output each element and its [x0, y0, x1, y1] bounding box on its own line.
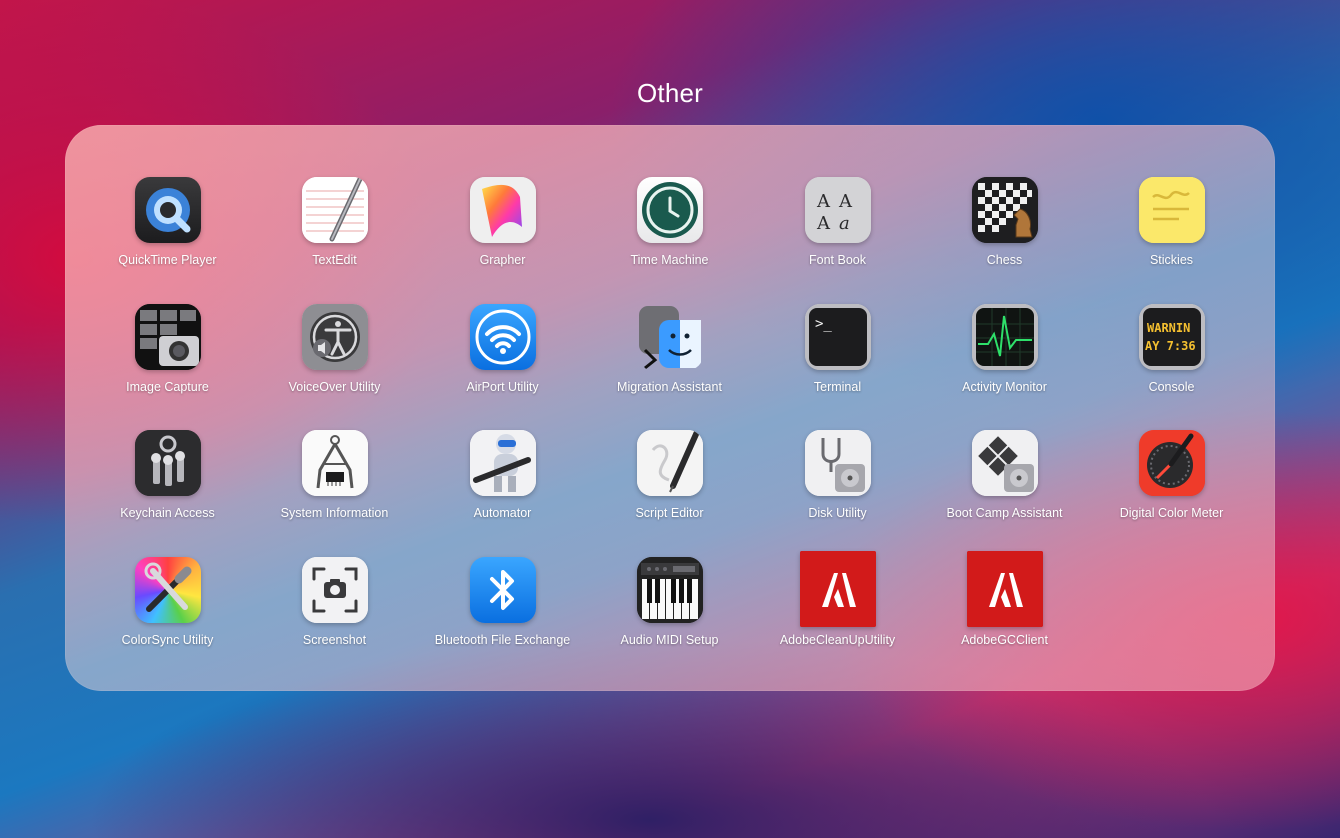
boot-camp-icon	[971, 430, 1038, 496]
app-adobe-gc-client[interactable]: AdobeGCClient	[921, 551, 1088, 647]
app-voiceover-utility[interactable]: VoiceOver Utility	[251, 304, 418, 394]
keychain-icon	[134, 430, 201, 496]
app-label: Grapher	[479, 253, 526, 267]
app-image-capture[interactable]: Image Capture	[84, 304, 251, 394]
chess-icon	[971, 177, 1038, 243]
stickies-icon	[1138, 177, 1205, 243]
disk-utility-icon	[804, 430, 871, 496]
voiceover-icon	[301, 304, 368, 370]
app-textedit[interactable]: TextEdit	[251, 177, 418, 267]
app-grapher[interactable]: Grapher	[419, 177, 586, 267]
app-quicktime-player[interactable]: QuickTime Player	[84, 177, 251, 267]
app-chess[interactable]: Chess	[921, 177, 1088, 267]
grapher-icon	[469, 177, 536, 243]
app-label: Script Editor	[635, 506, 704, 520]
app-adobe-clean-up-utility[interactable]: AdobeCleanUpUtility	[754, 551, 921, 647]
app-label: Console	[1148, 380, 1195, 394]
folder-title[interactable]: Other	[0, 78, 1340, 109]
font-book-icon: AAAa	[804, 177, 871, 243]
app-label: Bluetooth File Exchange	[434, 633, 571, 647]
app-label: Font Book	[809, 253, 866, 267]
adobe-logo-icon	[966, 551, 1043, 627]
activity-monitor-icon	[971, 304, 1038, 370]
app-terminal[interactable]: >_ Terminal	[754, 304, 921, 394]
app-label: Audio MIDI Setup	[620, 633, 719, 647]
launchpad-folder-panel: QuickTime Player TextEdit Grapher Time M…	[65, 125, 1275, 691]
app-label: Boot Camp Assistant	[946, 506, 1063, 520]
image-capture-icon	[134, 304, 201, 370]
app-digital-color-meter[interactable]: Digital Color Meter	[1088, 430, 1255, 520]
app-label: Chess	[986, 253, 1023, 267]
automator-icon	[469, 430, 536, 496]
app-label: AdobeGCClient	[961, 633, 1048, 647]
app-console[interactable]: WARNIN AY 7:36 Console	[1088, 304, 1255, 394]
app-label: VoiceOver Utility	[288, 380, 381, 394]
app-label: Image Capture	[126, 380, 209, 394]
svg-text:A: A	[838, 191, 853, 212]
app-label: Disk Utility	[808, 506, 867, 520]
script-editor-icon	[636, 430, 703, 496]
console-icon-line-2: AY 7:36	[1145, 339, 1196, 353]
colorsync-icon	[134, 557, 201, 623]
app-label: Keychain Access	[120, 506, 215, 520]
app-label: Activity Monitor	[962, 380, 1047, 394]
app-keychain-access[interactable]: Keychain Access	[84, 430, 251, 520]
textedit-icon	[301, 177, 368, 243]
app-label: Terminal	[813, 380, 862, 394]
app-colorsync-utility[interactable]: ColorSync Utility	[84, 557, 251, 647]
app-label: QuickTime Player	[118, 253, 217, 267]
app-time-machine[interactable]: Time Machine	[586, 177, 753, 267]
svg-text:A: A	[816, 191, 831, 212]
app-font-book[interactable]: AAAa Font Book	[754, 177, 921, 267]
app-label: TextEdit	[312, 253, 357, 267]
app-label: System Information	[280, 506, 389, 520]
system-information-icon	[301, 430, 368, 496]
app-label: AirPort Utility	[466, 380, 539, 394]
console-icon-line-1: WARNIN	[1147, 321, 1190, 335]
svg-text:a: a	[839, 213, 850, 234]
app-label: AdobeCleanUpUtility	[779, 633, 896, 647]
piano-keyboard-icon	[636, 557, 703, 623]
time-machine-icon	[636, 177, 703, 243]
svg-text:A: A	[816, 213, 831, 234]
screenshot-icon	[301, 557, 368, 623]
app-disk-utility[interactable]: Disk Utility	[754, 430, 921, 520]
app-label: ColorSync Utility	[121, 633, 214, 647]
svg-text:>_: >_	[815, 316, 832, 332]
app-grid: QuickTime Player TextEdit Grapher Time M…	[65, 125, 1275, 691]
app-automator[interactable]: Automator	[419, 430, 586, 520]
migration-assistant-icon	[637, 304, 703, 370]
app-label: Screenshot	[302, 633, 367, 647]
app-migration-assistant[interactable]: Migration Assistant	[586, 304, 753, 394]
app-stickies[interactable]: Stickies	[1088, 177, 1255, 267]
app-script-editor[interactable]: Script Editor	[586, 430, 753, 520]
app-audio-midi-setup[interactable]: Audio MIDI Setup	[586, 557, 753, 647]
app-activity-monitor[interactable]: Activity Monitor	[921, 304, 1088, 394]
quicktime-icon	[134, 177, 201, 243]
app-airport-utility[interactable]: AirPort Utility	[419, 304, 586, 394]
console-icon: WARNIN AY 7:36	[1138, 304, 1205, 370]
app-label: Digital Color Meter	[1119, 506, 1224, 520]
bluetooth-icon	[469, 557, 536, 623]
color-meter-icon	[1138, 430, 1205, 496]
app-label: Migration Assistant	[617, 380, 722, 394]
app-screenshot[interactable]: Screenshot	[251, 557, 418, 647]
app-label: Stickies	[1149, 253, 1194, 267]
app-boot-camp-assistant[interactable]: Boot Camp Assistant	[921, 430, 1088, 520]
app-system-information[interactable]: System Information	[251, 430, 418, 520]
app-label: Automator	[473, 506, 532, 520]
adobe-logo-icon	[799, 551, 876, 627]
app-label: Time Machine	[630, 253, 709, 267]
app-bluetooth-file-exchange[interactable]: Bluetooth File Exchange	[419, 557, 586, 647]
terminal-icon: >_	[804, 304, 871, 370]
airport-icon	[469, 304, 536, 370]
